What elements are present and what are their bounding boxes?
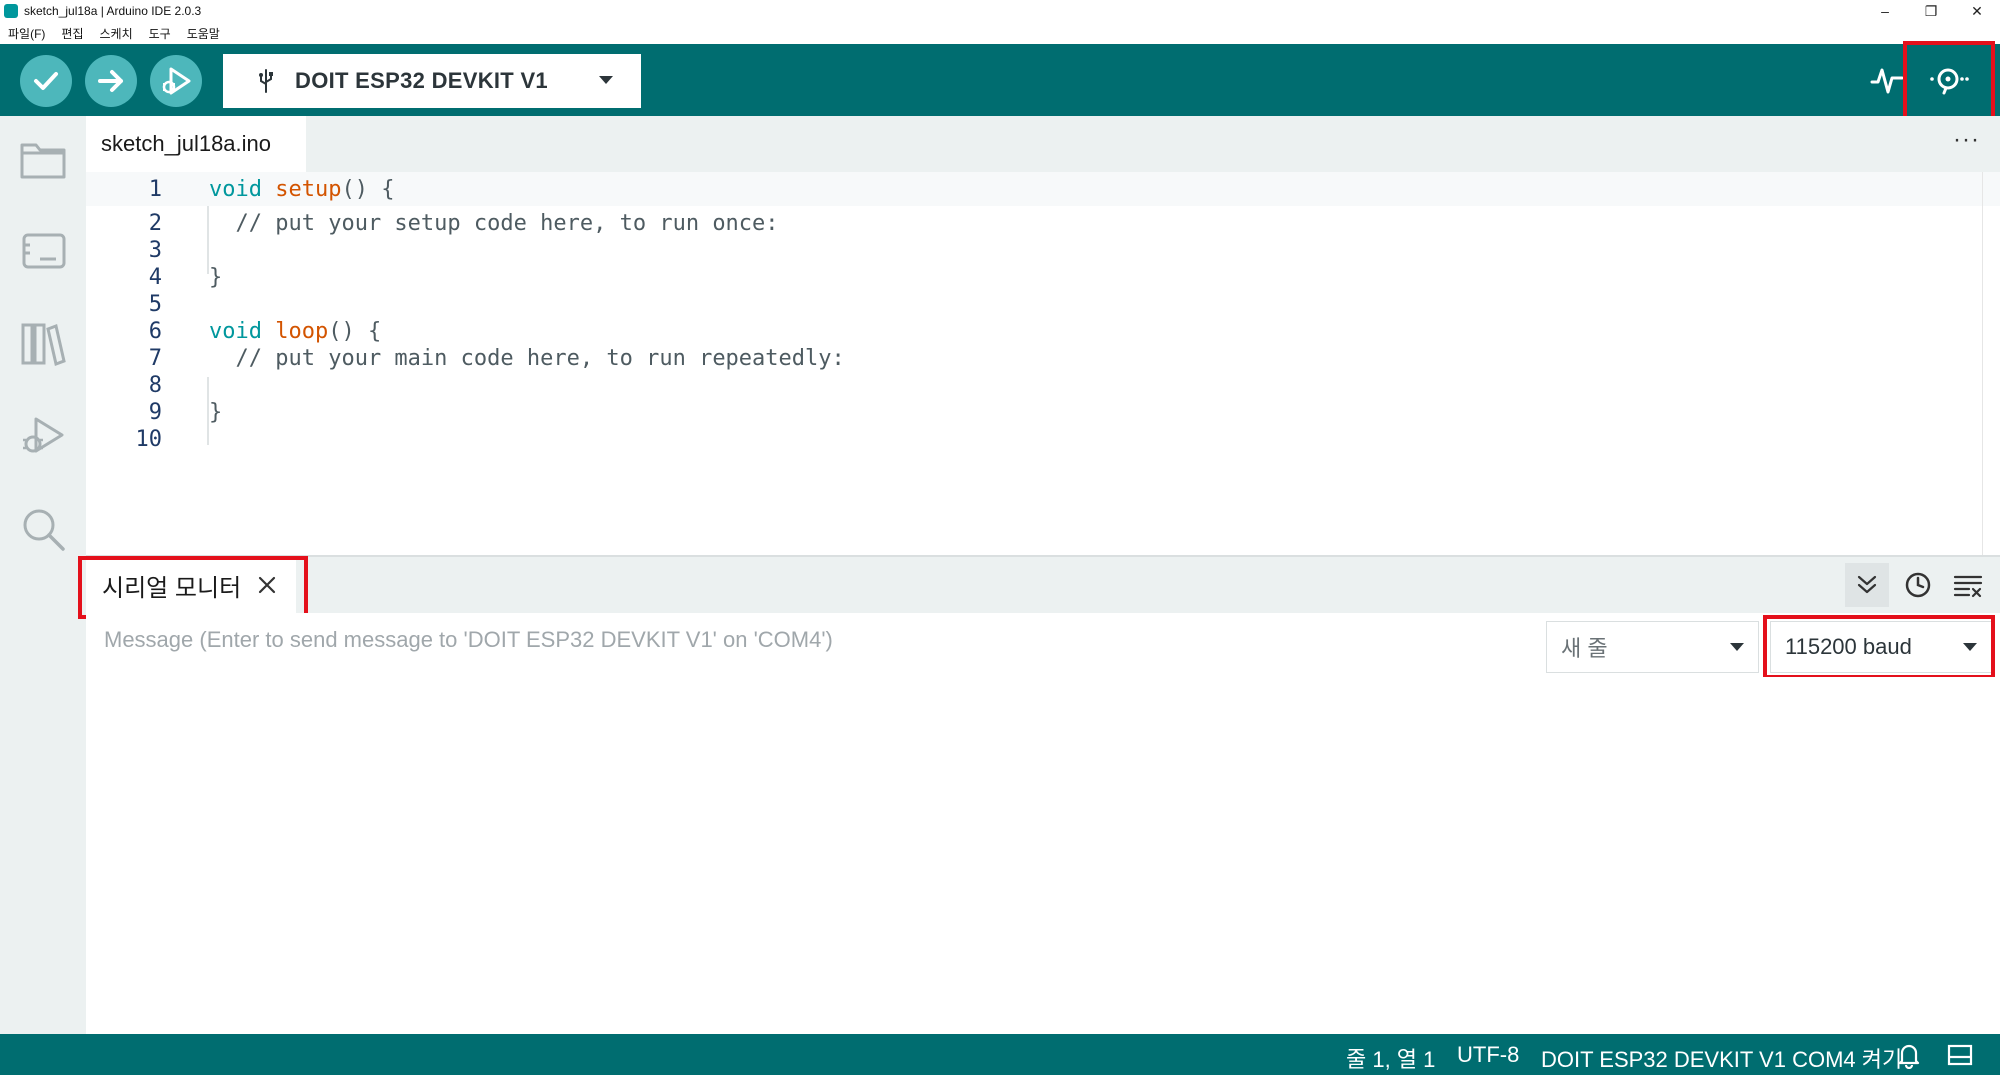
tab-sketch-file-label: sketch_jul18a.ino <box>101 131 272 156</box>
highlight-baud-rate <box>1763 615 1995 679</box>
line-code: void loop() { <box>209 319 381 344</box>
clock-icon <box>1905 572 1931 598</box>
code-editor[interactable]: 1 void setup() { 2 // put your setup cod… <box>86 172 2000 556</box>
line-ending-value: 새 줄 <box>1561 636 1608 661</box>
board-manager-icon <box>22 233 66 269</box>
more-actions-button[interactable]: ··· <box>1953 126 1980 154</box>
chevron-down-icon <box>599 76 613 84</box>
serial-message-bar: Message (Enter to send message to 'DOIT … <box>86 613 2000 677</box>
panel-toggle-icon[interactable] <box>1946 1041 1974 1069</box>
clear-output-button[interactable] <box>1946 563 1990 607</box>
check-icon <box>34 72 58 90</box>
menubar: 파일(F) 편집 스케치 도구 도움말 <box>0 22 2000 44</box>
window-titlebar: sketch_jul18a | Arduino IDE 2.0.3 – ❐ ✕ <box>0 0 2000 22</box>
folder-icon <box>20 143 66 179</box>
keyword: void <box>209 318 262 344</box>
cursor-position[interactable]: 줄 1, 열 1 <box>1346 1042 1435 1074</box>
debug-button[interactable] <box>150 55 202 107</box>
line-number: 3 <box>148 237 162 263</box>
board-selector[interactable]: DOIT ESP32 DEVKIT V1 <box>223 54 641 108</box>
menu-file[interactable]: 파일(F) <box>8 25 45 42</box>
line-number: 9 <box>148 399 162 425</box>
code-line: 10 <box>86 422 2000 456</box>
file-encoding[interactable]: UTF-8 <box>1457 1042 1519 1068</box>
code-text: () { <box>328 318 382 344</box>
highlight-serial-monitor-tab <box>78 556 308 619</box>
debug-icon <box>162 67 191 95</box>
line-number: 7 <box>148 345 162 371</box>
minimize-button[interactable]: – <box>1862 0 1908 22</box>
line-number: 8 <box>148 372 162 398</box>
code-text: } <box>209 264 223 290</box>
sidebar-item-search[interactable] <box>18 504 68 554</box>
line-number: 1 <box>148 176 162 202</box>
highlight-serial-monitor-button <box>1903 41 1995 121</box>
code-line: 1 void setup() { <box>86 172 2000 206</box>
comment: // put your main code here, to run repea… <box>209 345 845 371</box>
chevron-down-icon <box>1730 643 1744 651</box>
line-number: 6 <box>148 318 162 344</box>
board-port-status[interactable]: DOIT ESP32 DEVKIT V1 COM4 켜기 <box>1541 1042 1902 1074</box>
library-icon <box>21 323 66 367</box>
arduino-app-icon <box>4 4 18 18</box>
search-icon <box>23 509 65 551</box>
debug-icon <box>23 417 64 453</box>
timestamp-toggle[interactable] <box>1896 563 1940 607</box>
sidebar-item-library-manager[interactable] <box>18 319 68 369</box>
code-text: } <box>209 399 223 425</box>
function-name: loop <box>275 318 329 344</box>
close-button[interactable]: ✕ <box>1954 0 2000 22</box>
window-title: sketch_jul18a | Arduino IDE 2.0.3 <box>24 4 202 18</box>
menu-sketch[interactable]: 스케치 <box>100 25 133 42</box>
comment: // put your setup code here, to run once… <box>209 210 779 236</box>
menu-edit[interactable]: 편집 <box>61 25 83 42</box>
code-text: () { <box>341 176 395 202</box>
activity-sidebar <box>0 116 86 1034</box>
tab-sketch-file[interactable]: sketch_jul18a.ino <box>86 116 306 172</box>
clear-output-icon <box>1953 575 1983 598</box>
line-code: void setup() { <box>209 177 394 202</box>
verify-button[interactable] <box>20 55 72 107</box>
editor-tabstrip: sketch_jul18a.ino ··· <box>86 116 2000 172</box>
menu-help[interactable]: 도움말 <box>187 25 220 42</box>
sidebar-item-boards-manager[interactable] <box>18 226 68 276</box>
bell-icon[interactable] <box>1895 1041 1923 1069</box>
line-number: 10 <box>135 426 163 452</box>
line-number: 5 <box>148 291 162 317</box>
autoscroll-toggle[interactable] <box>1845 563 1889 607</box>
upload-button[interactable] <box>85 55 137 107</box>
menu-tools[interactable]: 도구 <box>149 25 171 42</box>
keyword: void <box>209 176 262 202</box>
board-name: DOIT ESP32 DEVKIT V1 <box>295 68 548 93</box>
toolbar: DOIT ESP32 DEVKIT V1 <box>0 44 2000 116</box>
sidebar-item-debug[interactable] <box>18 412 68 462</box>
arrow-right-icon <box>98 70 123 92</box>
double-chevron-down-icon <box>1857 575 1877 594</box>
serial-plotter-icon <box>1870 68 1904 94</box>
function-name: setup <box>275 176 342 202</box>
bottom-panel-tabs: 시리얼 모니터 <box>86 557 2000 613</box>
line-number: 2 <box>148 210 162 236</box>
serial-output-area[interactable] <box>86 677 2000 1034</box>
maximize-button[interactable]: ❐ <box>1908 0 1954 22</box>
usb-icon <box>259 69 273 93</box>
sidebar-item-sketchbook[interactable] <box>18 134 68 184</box>
message-input[interactable]: Message (Enter to send message to 'DOIT … <box>104 627 833 653</box>
line-number: 4 <box>148 264 162 290</box>
line-ending-select[interactable]: 새 줄 <box>1546 621 1759 673</box>
editor-scrollbar[interactable] <box>1982 172 2000 556</box>
statusbar: 줄 1, 열 1 UTF-8 DOIT ESP32 DEVKIT V1 COM4… <box>0 1034 2000 1075</box>
